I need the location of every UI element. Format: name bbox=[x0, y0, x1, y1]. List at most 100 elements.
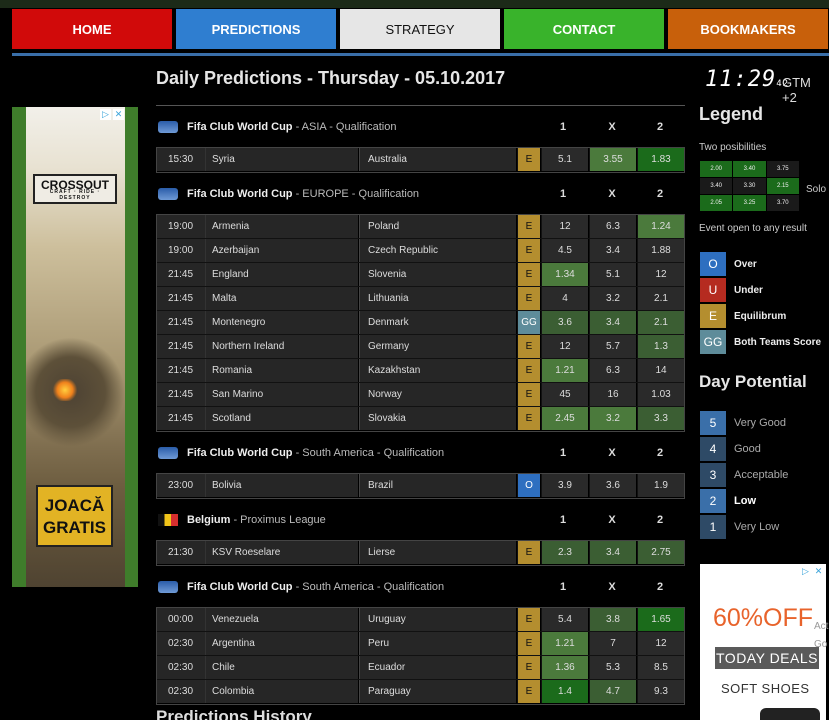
home-team[interactable]: Montenegro bbox=[205, 311, 358, 334]
nav-strategy-button[interactable]: STRATEGY bbox=[340, 9, 500, 49]
odd-draw[interactable]: 3.4 bbox=[589, 239, 636, 262]
odd-draw[interactable]: 3.4 bbox=[589, 541, 636, 564]
odd-away[interactable]: 1.3 bbox=[637, 335, 684, 358]
match-row[interactable]: 19:00 Armenia Poland E 12 6.3 1.24 bbox=[157, 215, 684, 239]
match-row[interactable]: 21:45 England Slovenia E 1.34 5.1 12 bbox=[157, 263, 684, 287]
home-team[interactable]: Colombia bbox=[205, 680, 358, 703]
play-free-button[interactable]: JOACĂ GRATIS bbox=[36, 485, 113, 547]
today-deals-badge[interactable]: TODAY DEALS bbox=[715, 647, 819, 669]
odd-away[interactable]: 12 bbox=[637, 263, 684, 286]
odd-draw[interactable]: 6.3 bbox=[589, 215, 636, 238]
odd-draw[interactable]: 7 bbox=[589, 632, 636, 655]
match-row[interactable]: 21:45 Northern Ireland Germany E 12 5.7 1.3 bbox=[157, 335, 684, 359]
ad-choices-icon[interactable]: ▷ bbox=[100, 109, 111, 120]
odd-away[interactable]: 3.3 bbox=[637, 407, 684, 430]
odd-home[interactable]: 1.4 bbox=[541, 680, 588, 703]
home-team[interactable]: Romania bbox=[205, 359, 358, 382]
left-ad-banner[interactable]: ▷ ✕ CROSSOUT CRAFT · RIDE · DESTROY JOAC… bbox=[12, 107, 138, 587]
odd-draw[interactable]: 4.7 bbox=[589, 680, 636, 703]
home-team[interactable]: Argentina bbox=[205, 632, 358, 655]
home-team[interactable]: Malta bbox=[205, 287, 358, 310]
ad-close-icon[interactable]: ✕ bbox=[813, 566, 824, 577]
match-row[interactable]: 19:00 Azerbaijan Czech Republic E 4.5 3.4 1.88 bbox=[157, 239, 684, 263]
odd-home[interactable]: 1.21 bbox=[541, 359, 588, 382]
away-team[interactable]: Lierse bbox=[359, 541, 516, 564]
match-row[interactable]: 02:30 Argentina Peru E 1.21 7 12 bbox=[157, 632, 684, 656]
match-row[interactable]: 21:45 Scotland Slovakia E 2.45 3.2 3.3 bbox=[157, 407, 684, 431]
odd-away[interactable]: 1.65 bbox=[637, 608, 684, 631]
away-team[interactable]: Germany bbox=[359, 335, 516, 358]
home-team[interactable]: England bbox=[205, 263, 358, 286]
away-team[interactable]: Denmark bbox=[359, 311, 516, 334]
odd-away[interactable]: 12 bbox=[637, 632, 684, 655]
odd-home[interactable]: 3.9 bbox=[541, 474, 588, 497]
odd-home[interactable]: 5.4 bbox=[541, 608, 588, 631]
nav-home-button[interactable]: HOME bbox=[12, 9, 172, 49]
match-row[interactable]: 15:30 Syria Australia E 5.1 3.55 1.83 bbox=[157, 148, 684, 172]
odd-away[interactable]: 14 bbox=[637, 359, 684, 382]
odd-away[interactable]: 2.75 bbox=[637, 541, 684, 564]
odd-home[interactable]: 2.3 bbox=[541, 541, 588, 564]
odd-draw[interactable]: 3.55 bbox=[589, 148, 636, 171]
odd-draw[interactable]: 5.3 bbox=[589, 656, 636, 679]
home-team[interactable]: Bolivia bbox=[205, 474, 358, 497]
away-team[interactable]: Slovakia bbox=[359, 407, 516, 430]
right-ad-banner[interactable]: ▷ ✕ 60%OFF TODAY DEALS SOFT SHOES bbox=[700, 564, 826, 720]
away-team[interactable]: Uruguay bbox=[359, 608, 516, 631]
odd-away[interactable]: 8.5 bbox=[637, 656, 684, 679]
home-team[interactable]: Syria bbox=[205, 148, 358, 171]
odd-away[interactable]: 1.24 bbox=[637, 215, 684, 238]
away-team[interactable]: Ecuador bbox=[359, 656, 516, 679]
away-team[interactable]: Peru bbox=[359, 632, 516, 655]
match-row[interactable]: 21:45 San Marino Norway E 45 16 1.03 bbox=[157, 383, 684, 407]
odd-draw[interactable]: 16 bbox=[589, 383, 636, 406]
odd-home[interactable]: 2.45 bbox=[541, 407, 588, 430]
away-team[interactable]: Slovenia bbox=[359, 263, 516, 286]
away-team[interactable]: Kazakhstan bbox=[359, 359, 516, 382]
odd-draw[interactable]: 3.4 bbox=[589, 311, 636, 334]
competition-name[interactable]: Fifa Club World Cup bbox=[187, 447, 293, 459]
odd-draw[interactable]: 3.6 bbox=[589, 474, 636, 497]
left-ad-image[interactable]: ▷ ✕ CROSSOUT CRAFT · RIDE · DESTROY JOAC… bbox=[26, 107, 125, 587]
nav-bookmakers-button[interactable]: BOOKMAKERS bbox=[668, 9, 828, 49]
odd-draw[interactable]: 6.3 bbox=[589, 359, 636, 382]
away-team[interactable]: Australia bbox=[359, 148, 516, 171]
ad-close-icon[interactable]: ✕ bbox=[113, 109, 124, 120]
ad-choices-icon[interactable]: ▷ bbox=[800, 566, 811, 577]
match-row[interactable]: 21:45 Malta Lithuania E 4 3.2 2.1 bbox=[157, 287, 684, 311]
match-row[interactable]: 02:30 Colombia Paraguay E 1.4 4.7 9.3 bbox=[157, 680, 684, 704]
odd-home[interactable]: 5.1 bbox=[541, 148, 588, 171]
home-team[interactable]: Venezuela bbox=[205, 608, 358, 631]
odd-home[interactable]: 4 bbox=[541, 287, 588, 310]
odd-away[interactable]: 2.1 bbox=[637, 311, 684, 334]
home-team[interactable]: Northern Ireland bbox=[205, 335, 358, 358]
away-team[interactable]: Czech Republic bbox=[359, 239, 516, 262]
away-team[interactable]: Paraguay bbox=[359, 680, 516, 703]
home-team[interactable]: Armenia bbox=[205, 215, 358, 238]
odd-home[interactable]: 1.21 bbox=[541, 632, 588, 655]
odd-home[interactable]: 12 bbox=[541, 215, 588, 238]
competition-name[interactable]: Fifa Club World Cup bbox=[187, 581, 293, 593]
away-team[interactable]: Norway bbox=[359, 383, 516, 406]
nav-predictions-button[interactable]: PREDICTIONS bbox=[176, 9, 336, 49]
home-team[interactable]: KSV Roeselare bbox=[205, 541, 358, 564]
home-team[interactable]: San Marino bbox=[205, 383, 358, 406]
odd-draw[interactable]: 5.7 bbox=[589, 335, 636, 358]
competition-name[interactable]: Belgium bbox=[187, 514, 230, 526]
odd-home[interactable]: 3.6 bbox=[541, 311, 588, 334]
odd-home[interactable]: 1.36 bbox=[541, 656, 588, 679]
nav-contact-button[interactable]: CONTACT bbox=[504, 9, 664, 49]
competition-name[interactable]: Fifa Club World Cup bbox=[187, 188, 293, 200]
odd-away[interactable]: 1.88 bbox=[637, 239, 684, 262]
odd-home[interactable]: 45 bbox=[541, 383, 588, 406]
away-team[interactable]: Poland bbox=[359, 215, 516, 238]
odd-home[interactable]: 4.5 bbox=[541, 239, 588, 262]
odd-draw[interactable]: 3.2 bbox=[589, 287, 636, 310]
odd-draw[interactable]: 5.1 bbox=[589, 263, 636, 286]
odd-away[interactable]: 1.83 bbox=[637, 148, 684, 171]
odd-away[interactable]: 1.9 bbox=[637, 474, 684, 497]
odd-home[interactable]: 12 bbox=[541, 335, 588, 358]
match-row[interactable]: 23:00 Bolivia Brazil O 3.9 3.6 1.9 bbox=[157, 474, 684, 498]
odd-away[interactable]: 2.1 bbox=[637, 287, 684, 310]
odd-draw[interactable]: 3.8 bbox=[589, 608, 636, 631]
